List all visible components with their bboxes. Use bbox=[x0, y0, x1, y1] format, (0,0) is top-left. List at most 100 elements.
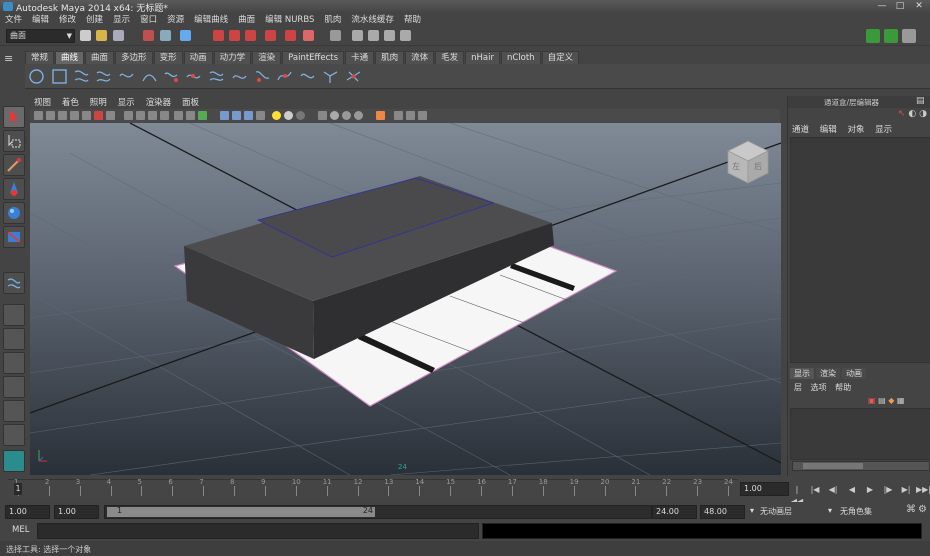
layout-persp-graph-icon[interactable] bbox=[3, 376, 25, 398]
scale-tool-icon[interactable] bbox=[3, 226, 25, 248]
arc-tool-icon[interactable] bbox=[141, 68, 158, 85]
select-tool-icon[interactable] bbox=[3, 106, 25, 128]
menu-create[interactable]: 创建 bbox=[81, 13, 108, 27]
go-to-start-icon[interactable]: |◀◀ bbox=[790, 484, 804, 506]
current-frame-marker[interactable]: 1 bbox=[14, 483, 22, 495]
layout-four-pane-icon[interactable] bbox=[3, 328, 25, 350]
panel-collapse-icon[interactable]: ▤ bbox=[916, 96, 925, 106]
step-back-frame-icon[interactable]: |◀ bbox=[808, 484, 822, 496]
nurbs-circle-icon[interactable] bbox=[28, 68, 45, 85]
snap-view-plane-icon[interactable] bbox=[265, 30, 276, 41]
menu-set-dropdown[interactable]: 曲面 ▼ bbox=[6, 29, 75, 43]
animation-start-field[interactable]: 1.00 bbox=[5, 505, 50, 519]
minimize-button[interactable]: — bbox=[874, 1, 890, 11]
viewport2-icon[interactable] bbox=[394, 111, 403, 120]
channel-menu-channels[interactable]: 通道 bbox=[792, 125, 809, 135]
snap-curve-icon[interactable] bbox=[229, 30, 240, 41]
hud-icon[interactable] bbox=[376, 111, 385, 120]
wireframe-on-shaded-icon[interactable] bbox=[220, 111, 229, 120]
tools-icon[interactable] bbox=[418, 111, 427, 120]
playback-end-field[interactable]: 24.00 bbox=[652, 505, 697, 519]
offset-curve-icon[interactable] bbox=[254, 68, 271, 85]
close-button[interactable]: ✕ bbox=[911, 1, 927, 11]
shadows-icon[interactable] bbox=[284, 111, 293, 120]
animation-end-field[interactable]: 48.00 bbox=[700, 505, 745, 519]
perspective-viewport[interactable]: 左 后 24 bbox=[30, 123, 781, 475]
menu-modify[interactable]: 修改 bbox=[54, 13, 81, 27]
new-layer-selected-icon[interactable]: ▤ bbox=[878, 396, 886, 405]
wireframe-icon[interactable] bbox=[174, 111, 183, 120]
layer-menu-layers[interactable]: 层 bbox=[794, 383, 802, 392]
menu-surfaces[interactable]: 曲面 bbox=[233, 13, 260, 27]
isolate-select-icon[interactable] bbox=[354, 111, 363, 120]
new-scene-icon[interactable] bbox=[80, 30, 91, 41]
ep-curve-icon[interactable] bbox=[95, 68, 112, 85]
layer-tab-render[interactable]: 渲染 bbox=[816, 368, 840, 379]
layer-list-area[interactable] bbox=[790, 408, 930, 460]
reverse-curve-icon[interactable] bbox=[276, 68, 293, 85]
step-back-key-icon[interactable]: ◀| bbox=[826, 484, 840, 496]
layer-editor-toggle-icon[interactable]: ◐ bbox=[908, 109, 916, 119]
playback-start-field[interactable]: 1.00 bbox=[54, 505, 99, 519]
cv-curve-icon[interactable] bbox=[73, 68, 90, 85]
attach-curves-icon[interactable] bbox=[163, 68, 180, 85]
motion-blur-icon[interactable] bbox=[318, 111, 327, 120]
channel-list-area[interactable] bbox=[790, 137, 930, 363]
ipr-render-icon[interactable] bbox=[384, 30, 395, 41]
anim-layer-dropdown[interactable]: 无动画层 bbox=[760, 506, 792, 517]
camera-attributes-icon[interactable] bbox=[46, 111, 55, 120]
panel-menu-show[interactable]: 显示 bbox=[118, 98, 135, 108]
rotate-tool-icon[interactable] bbox=[3, 202, 25, 224]
step-forward-key-icon[interactable]: |▶ bbox=[881, 484, 895, 496]
mel-label[interactable]: MEL bbox=[12, 525, 29, 535]
layer-color-icon[interactable]: ◆ bbox=[888, 396, 894, 405]
layout-single-pane-icon[interactable] bbox=[3, 304, 25, 326]
textured-icon[interactable] bbox=[198, 111, 207, 120]
play-backward-icon[interactable]: ◀ bbox=[845, 484, 859, 496]
last-tool-curve-icon[interactable] bbox=[3, 272, 25, 294]
save-scene-icon[interactable] bbox=[113, 30, 124, 41]
layer-menu-options[interactable]: 选项 bbox=[811, 383, 827, 392]
toggle-channel-box-icon[interactable] bbox=[902, 29, 916, 43]
mel-input[interactable] bbox=[37, 523, 479, 539]
safe-title-icon[interactable] bbox=[160, 111, 169, 120]
go-to-end-icon[interactable]: ▶▶| bbox=[916, 484, 930, 496]
layout-persp-outliner-icon[interactable] bbox=[3, 352, 25, 374]
panel-menu-renderer[interactable]: 渲染器 bbox=[146, 98, 172, 108]
insert-knot-icon[interactable] bbox=[208, 68, 225, 85]
use-default-light-icon[interactable] bbox=[272, 111, 281, 120]
shelf-menu-icon[interactable]: ≡ bbox=[4, 52, 18, 66]
ssao-toggle-icon[interactable] bbox=[406, 111, 415, 120]
select-component-icon[interactable] bbox=[180, 30, 191, 41]
menu-pipeline-cache[interactable]: 流水线缓存 bbox=[346, 13, 399, 27]
pencil-curve-icon[interactable] bbox=[118, 68, 135, 85]
field-chart-icon[interactable] bbox=[136, 111, 145, 120]
current-time-field[interactable]: 1.00 bbox=[740, 482, 789, 496]
xray-icon[interactable] bbox=[232, 111, 241, 120]
anim-prefs-icon[interactable]: ⚙ bbox=[918, 504, 927, 515]
toggle-tool-settings-icon[interactable] bbox=[884, 29, 898, 43]
menu-help[interactable]: 帮助 bbox=[399, 13, 426, 27]
menu-edit[interactable]: 编辑 bbox=[27, 13, 54, 27]
panel-menu-lighting[interactable]: 照明 bbox=[90, 98, 107, 108]
snap-point-icon[interactable] bbox=[245, 30, 256, 41]
maximize-button[interactable]: □ bbox=[892, 1, 908, 11]
layer-tab-anim[interactable]: 动画 bbox=[842, 368, 866, 379]
character-set-dropdown[interactable]: 无角色集 bbox=[840, 506, 872, 517]
range-slider[interactable]: 1 24 bbox=[104, 505, 652, 519]
history-icon[interactable] bbox=[330, 30, 341, 41]
rebuild-curve-icon[interactable] bbox=[299, 68, 316, 85]
move-tool-icon[interactable] bbox=[3, 178, 25, 200]
open-scene-icon[interactable] bbox=[96, 30, 107, 41]
layout-custom-icon[interactable] bbox=[3, 450, 25, 472]
layer-scrollbar[interactable] bbox=[792, 461, 930, 471]
select-hierarchy-icon[interactable] bbox=[143, 30, 154, 41]
toggle-attribute-editor-icon[interactable] bbox=[866, 29, 880, 43]
view-cube[interactable]: 左 后 bbox=[724, 137, 772, 185]
menu-display[interactable]: 显示 bbox=[108, 13, 135, 27]
menu-window[interactable]: 窗口 bbox=[135, 13, 162, 27]
panel-menu-shading[interactable]: 着色 bbox=[62, 98, 79, 108]
play-forward-icon[interactable]: ▶ bbox=[863, 484, 877, 496]
step-forward-frame-icon[interactable]: ▶| bbox=[899, 484, 913, 496]
bookmark-icon[interactable] bbox=[58, 111, 67, 120]
